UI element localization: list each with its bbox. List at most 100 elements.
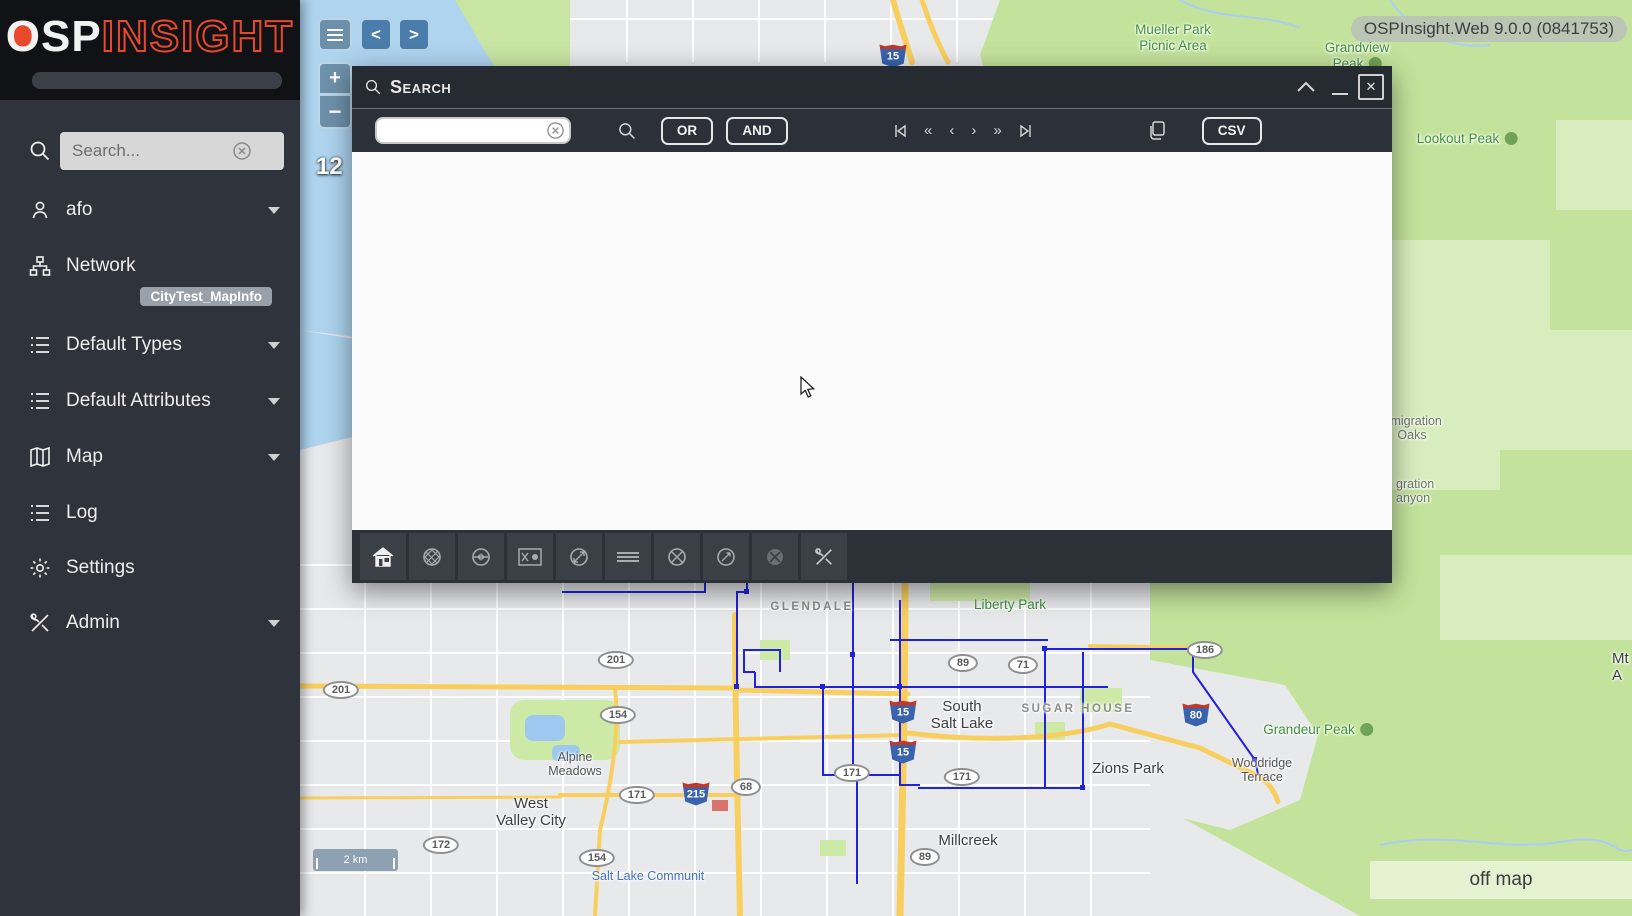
sidebar-item-label: Admin bbox=[66, 612, 120, 634]
sidebar-item-label: Settings bbox=[66, 557, 135, 579]
map-forward-button[interactable]: > bbox=[398, 18, 430, 51]
network-badge: CityTest_MapInfo bbox=[140, 287, 272, 306]
map-icon bbox=[28, 445, 52, 469]
logo-underbar bbox=[32, 72, 282, 89]
globe-weave-icon bbox=[422, 547, 442, 567]
road-shield: 215 bbox=[683, 781, 710, 806]
close-icon: ✕ bbox=[1358, 74, 1384, 100]
globe-x-icon bbox=[667, 547, 687, 567]
map-label: Mt A bbox=[1612, 650, 1632, 685]
close-button[interactable]: ✕ bbox=[1358, 66, 1384, 108]
search-dialog: Search ✕ OR AND bbox=[352, 66, 1392, 583]
road-shield: 201 bbox=[598, 651, 634, 669]
home-icon bbox=[372, 547, 394, 567]
tools-button[interactable] bbox=[801, 533, 847, 580]
chevron-down-icon bbox=[268, 620, 280, 627]
first-page-icon[interactable] bbox=[894, 124, 907, 138]
dialog-title: Search bbox=[390, 77, 451, 98]
next-fast-icon[interactable]: » bbox=[993, 123, 1001, 138]
map-label: Lookout Peak bbox=[1417, 131, 1518, 147]
sidebar-item-default-types[interactable]: Default Types bbox=[28, 325, 280, 365]
sidebar-item-default-attributes[interactable]: Default Attributes bbox=[28, 381, 280, 421]
map-label: SUGAR HOUSE bbox=[1021, 703, 1134, 716]
user-icon bbox=[28, 198, 52, 222]
clear-search-icon[interactable] bbox=[232, 141, 252, 161]
home-button[interactable] bbox=[360, 533, 406, 580]
dialog-search-input[interactable] bbox=[375, 117, 571, 144]
search-field-wrap bbox=[375, 117, 571, 144]
last-page-icon[interactable] bbox=[1019, 124, 1032, 138]
globe-weave-button[interactable] bbox=[409, 533, 455, 580]
compass-alt-icon bbox=[716, 547, 736, 567]
zoom-in-button[interactable]: + bbox=[318, 62, 352, 95]
network-icon bbox=[28, 254, 52, 278]
and-button[interactable]: AND bbox=[726, 117, 788, 145]
list-icon bbox=[28, 389, 52, 413]
pan-icon bbox=[471, 547, 491, 567]
search-icon bbox=[28, 139, 52, 163]
road-shield: 71 bbox=[1008, 656, 1038, 674]
sidebar-item-label: afo bbox=[66, 199, 92, 221]
sidebar-item-label: Default Types bbox=[66, 334, 182, 356]
road-shield: 171 bbox=[944, 768, 980, 786]
cables-icon bbox=[616, 551, 640, 563]
logo-sp: SP bbox=[41, 12, 102, 61]
zoom-level: 12 bbox=[316, 153, 343, 181]
map-menu-button[interactable] bbox=[318, 18, 352, 51]
dialog-footer-toolbar bbox=[352, 530, 1392, 583]
app-logo: OSPINSIGHT bbox=[0, 12, 300, 62]
sidebar-item-network[interactable]: Network bbox=[28, 246, 280, 286]
map-back-button[interactable]: < bbox=[360, 18, 392, 51]
scale-bar: 2 km bbox=[313, 849, 398, 871]
sidebar-item-settings[interactable]: Settings bbox=[28, 548, 280, 588]
prev-page-icon[interactable]: ‹ bbox=[949, 123, 954, 138]
app-window: Mueller Park Picnic AreaGrandview PeakLo… bbox=[0, 0, 1632, 916]
map-label: West Valley City bbox=[496, 795, 566, 830]
logo-block: OSPINSIGHT bbox=[0, 0, 300, 100]
prev-fast-icon[interactable]: « bbox=[924, 123, 932, 138]
next-page-icon[interactable]: › bbox=[971, 123, 976, 138]
tools-icon bbox=[813, 546, 835, 568]
sidebar-item-user[interactable]: afo bbox=[28, 190, 280, 230]
csv-export-button[interactable]: CSV bbox=[1202, 117, 1262, 145]
or-button[interactable]: OR bbox=[661, 117, 713, 145]
compass-alt-button[interactable] bbox=[703, 533, 749, 580]
cables-button[interactable] bbox=[605, 533, 651, 580]
compass-icon bbox=[569, 547, 589, 567]
off-map-band: off map bbox=[1370, 861, 1632, 899]
results-area[interactable] bbox=[352, 152, 1392, 530]
road-shield: 15 bbox=[890, 699, 917, 724]
zoom-out-button[interactable]: − bbox=[318, 96, 352, 129]
road-shield: 89 bbox=[910, 848, 940, 866]
sidebar-item-admin[interactable]: Admin bbox=[28, 603, 280, 643]
road-shield: 68 bbox=[731, 778, 761, 796]
result-pager: « ‹ › » bbox=[894, 123, 1032, 138]
map-label: GLENDALE bbox=[770, 601, 853, 614]
map-label: Salt Lake Communit bbox=[592, 869, 705, 883]
mouse-cursor bbox=[800, 376, 818, 400]
sidebar: OSPINSIGHT afo Net bbox=[0, 0, 300, 916]
sidebar-item-log[interactable]: Log bbox=[28, 493, 280, 533]
clear-input-icon[interactable] bbox=[546, 121, 565, 140]
map-label: Grandeur Peak bbox=[1263, 722, 1373, 738]
sidebar-item-map[interactable]: Map bbox=[28, 437, 280, 477]
map-label: Zions Park bbox=[1092, 760, 1164, 777]
map-label: Liberty Park bbox=[974, 597, 1046, 613]
sphere-x-button[interactable] bbox=[752, 533, 798, 580]
list-icon bbox=[28, 501, 52, 525]
globe-x-button[interactable] bbox=[654, 533, 700, 580]
map-image-button[interactable] bbox=[507, 533, 553, 580]
copy-icon[interactable] bbox=[1148, 121, 1166, 141]
dialog-toolbar: OR AND « ‹ › » CSV bbox=[352, 109, 1392, 152]
version-badge: OSPInsight.Web 9.0.0 (0841753) bbox=[1351, 16, 1627, 42]
run-search-icon[interactable] bbox=[617, 121, 637, 141]
road-shield: 15 bbox=[890, 739, 917, 764]
collapse-button[interactable] bbox=[1292, 66, 1320, 108]
map-label: Alpine Meadows bbox=[548, 750, 602, 779]
map-image-icon bbox=[518, 548, 542, 566]
map-label: Mueller Park Picnic Area bbox=[1135, 22, 1211, 53]
minimize-button[interactable] bbox=[1328, 66, 1352, 108]
dialog-titlebar[interactable]: Search ✕ bbox=[352, 66, 1392, 109]
compass-button[interactable] bbox=[556, 533, 602, 580]
pan-button[interactable] bbox=[458, 533, 504, 580]
